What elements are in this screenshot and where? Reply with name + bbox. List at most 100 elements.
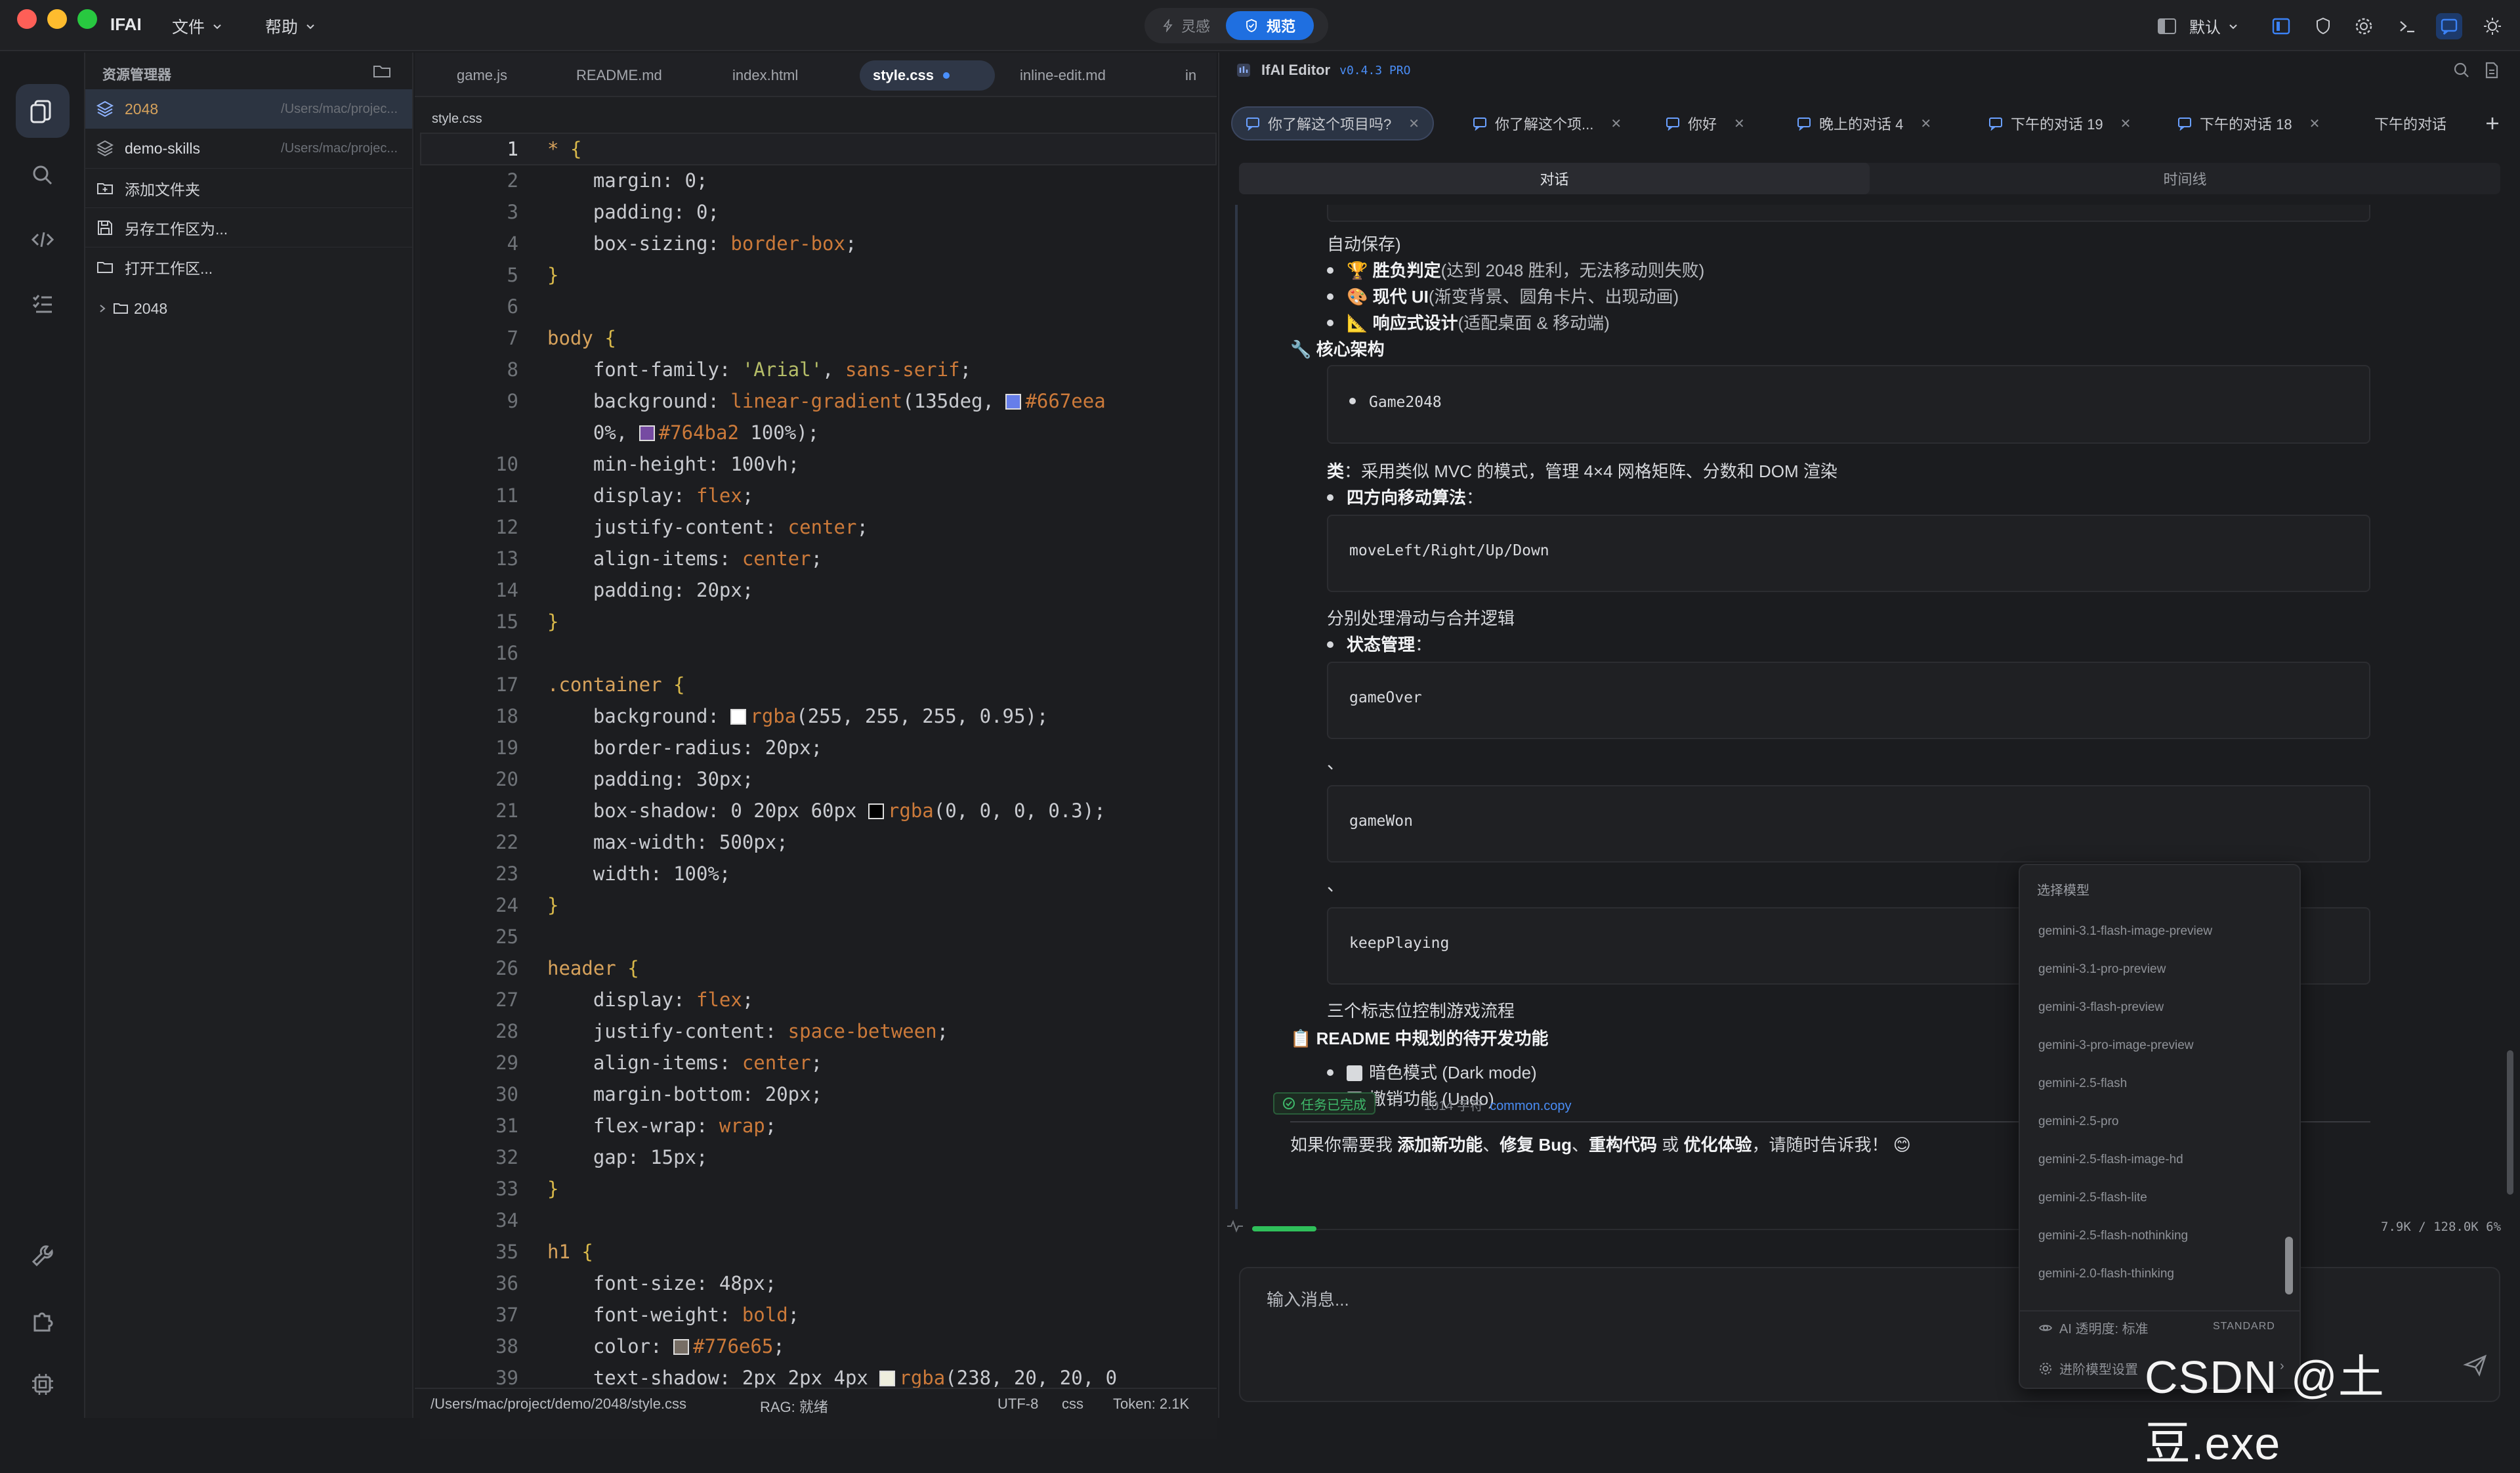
code-line: box-sizing: border-box; <box>593 232 857 255</box>
inspiration-mode-button[interactable]: 灵感 <box>1144 11 1226 41</box>
chat-tab-label: 你了解这个项目吗? <box>1268 116 1392 133</box>
chat-tab[interactable]: 你了解这个项目吗? ✕ <box>1231 106 1435 140</box>
code-icon[interactable] <box>16 213 70 267</box>
gear-icon <box>2040 1362 2051 1375</box>
profile-selector[interactable]: 默认 <box>2189 14 2239 37</box>
cursor-line-highlight <box>420 133 1217 165</box>
color-swatch[interactable] <box>868 803 884 819</box>
code-block: Game2048 <box>1327 365 2370 444</box>
model-option[interactable]: gemini-2.5-flash-lite <box>2038 1191 2147 1205</box>
chat-scrollbar[interactable] <box>2507 1050 2513 1195</box>
color-swatch[interactable] <box>1005 394 1022 410</box>
chat-tab[interactable]: 下午的对话 19 ✕ <box>1975 106 2144 140</box>
left-panel-icon[interactable] <box>2268 13 2294 39</box>
model-option[interactable]: gemini-3-flash-preview <box>2038 1000 2164 1015</box>
close-window-button[interactable] <box>17 9 37 29</box>
shield-icon[interactable] <box>2310 13 2336 39</box>
file-menu[interactable]: 文件 <box>172 14 223 38</box>
status-encoding[interactable]: UTF-8 <box>998 1396 1038 1413</box>
segment-timeline[interactable]: 时间线 <box>1870 163 2500 194</box>
minimize-window-button[interactable] <box>47 9 67 29</box>
chat-tab-label: 你了解这个项... <box>1495 116 1594 133</box>
dropdown-scrollbar[interactable] <box>2285 1237 2293 1294</box>
advanced-settings-label: 进阶模型设置 <box>2059 1363 2138 1377</box>
color-swatch[interactable] <box>879 1371 896 1386</box>
new-chat-icon[interactable] <box>2482 113 2503 134</box>
model-option[interactable]: gemini-2.5-flash <box>2038 1077 2127 1091</box>
status-language[interactable]: css <box>1062 1396 1083 1413</box>
chevron-down-icon <box>306 24 314 30</box>
code-line: background: rgba(255, 255, 255, 0.95); <box>593 705 1049 727</box>
model-option[interactable]: gemini-3.1-pro-preview <box>2038 962 2166 977</box>
model-option[interactable]: gemini-3-pro-image-preview <box>2038 1038 2194 1053</box>
message-rail <box>1235 205 1238 1209</box>
model-option[interactable]: gemini-2.5-flash-nothinking <box>2038 1229 2188 1243</box>
model-option[interactable]: gemini-2.0-flash-thinking <box>2038 1267 2174 1281</box>
chat-tab[interactable]: 你好 ✕ <box>1652 106 1758 140</box>
open-workspace-button[interactable]: 打开工作区... <box>85 247 412 286</box>
terminal-icon[interactable] <box>2394 13 2420 39</box>
save-workspace-as-button[interactable]: 另存工作区为... <box>85 207 412 247</box>
document-icon[interactable] <box>2482 60 2502 80</box>
bullet <box>1327 641 1334 648</box>
sidebar-toggle-icon[interactable] <box>2154 13 2180 39</box>
color-swatch[interactable] <box>673 1339 690 1355</box>
tab-style-css[interactable]: style.css <box>860 60 995 91</box>
closing-message: 如果你需要我 添加新功能、修复 Bug、重构代码 或 优化体验，请随时告诉我！ … <box>1290 1132 1911 1156</box>
inline-text: 如果你需要我 <box>1290 1135 1398 1155</box>
sun-icon[interactable] <box>2479 13 2506 39</box>
add-folder-button[interactable]: 添加文件夹 <box>85 168 412 207</box>
line-number: 4 <box>507 232 518 255</box>
file-menu-label: 文件 <box>172 18 205 37</box>
model-option[interactable]: gemini-2.5-pro <box>2038 1115 2119 1129</box>
search-icon[interactable] <box>2452 60 2471 80</box>
tab-inline-edit[interactable]: inline-edit.md <box>1007 60 1119 91</box>
close-icon[interactable]: ✕ <box>1408 116 1419 132</box>
puzzle-icon[interactable] <box>16 1293 70 1347</box>
tab-index-html[interactable]: index.html <box>719 60 811 91</box>
ai-transparency-option[interactable]: AI 透明度: 标准 <box>2038 1318 2149 1337</box>
workspace-item[interactable]: demo-skills /Users/mac/projec... <box>85 129 412 168</box>
message-list-item: 四方向移动算法： <box>1327 484 1483 509</box>
tab-label: index.html <box>732 67 799 83</box>
code-editor[interactable]: * { margin: 0; padding: 0; box-sizing: b… <box>420 133 1217 1439</box>
item-detail: ： <box>1415 635 1433 654</box>
close-icon[interactable]: ✕ <box>1734 116 1745 132</box>
tree-folder-2048[interactable]: 2048 <box>85 289 412 328</box>
model-option[interactable]: gemini-2.5-flash-image-hd <box>2038 1153 2183 1167</box>
color-swatch[interactable] <box>639 425 655 441</box>
new-folder-icon[interactable] <box>371 60 392 81</box>
close-icon[interactable]: ✕ <box>1920 116 1931 132</box>
checkbox-icon[interactable] <box>1347 1065 1362 1081</box>
segment-chat[interactable]: 对话 <box>1239 163 1870 194</box>
tree-folder-label: 2048 <box>134 299 168 317</box>
tab-game-js[interactable]: game.js <box>444 60 520 91</box>
chat-panel-icon[interactable] <box>2436 13 2462 39</box>
explorer-activity-icon[interactable] <box>16 84 70 138</box>
tab-readme[interactable]: README.md <box>563 60 675 91</box>
chip-icon[interactable] <box>16 1357 70 1411</box>
activity-pulse-icon <box>1226 1217 1244 1235</box>
search-icon[interactable] <box>16 148 70 202</box>
close-icon[interactable]: ✕ <box>2120 116 2132 132</box>
advanced-settings-option[interactable]: 进阶模型设置 <box>2038 1359 2138 1378</box>
gear-icon[interactable] <box>2351 13 2377 39</box>
help-menu[interactable]: 帮助 <box>265 14 316 38</box>
code-line: 0%, #764ba2 100%); <box>593 421 820 444</box>
wrench-icon[interactable] <box>16 1229 70 1283</box>
chat-tab[interactable]: 下午的对话 18 ✕ <box>2164 106 2333 140</box>
tab-overflow[interactable]: in <box>1172 60 1209 91</box>
close-icon[interactable]: ✕ <box>1610 116 1622 132</box>
spec-mode-button[interactable]: 规范 <box>1226 11 1314 40</box>
copy-link[interactable]: common.copy <box>1490 1099 1572 1113</box>
tasks-icon[interactable] <box>16 277 70 331</box>
chat-tab[interactable]: 晚上的对话 4 ✕ <box>1784 106 1944 140</box>
chat-tab[interactable]: 下午的对话 <box>2353 106 2458 140</box>
chat-tab[interactable]: 你了解这个项... ✕ <box>1460 106 1635 140</box>
close-icon[interactable]: ✕ <box>2309 116 2320 132</box>
model-option[interactable]: gemini-3.1-flash-image-preview <box>2038 924 2212 939</box>
color-swatch[interactable] <box>730 709 747 725</box>
workspace-item[interactable]: 2048 /Users/mac/projec... <box>85 89 412 129</box>
maximize-window-button[interactable] <box>77 9 97 29</box>
inline-bold: 类 <box>1327 461 1345 481</box>
